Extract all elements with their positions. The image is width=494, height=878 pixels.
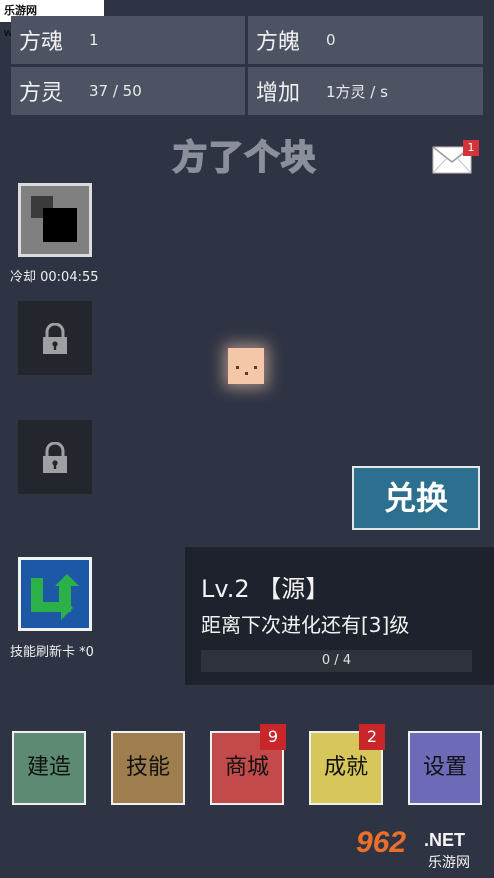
player-eye bbox=[254, 366, 257, 369]
skill-slot-locked[interactable] bbox=[18, 301, 92, 375]
stat-value: 0 bbox=[326, 31, 336, 49]
refresh-card-label: 技能刷新卡 *0 bbox=[10, 645, 94, 660]
skill-square-icon bbox=[43, 208, 77, 242]
stat-fangling: 方灵 37 / 50 bbox=[11, 67, 245, 115]
watermark-site: 乐游网 bbox=[428, 855, 470, 871]
watermark-suffix: .NET bbox=[424, 830, 466, 850]
stat-value: 1 bbox=[89, 31, 99, 49]
skill-slot-active[interactable] bbox=[18, 183, 92, 257]
evolve-description: 距离下次进化还有[3]级 bbox=[201, 613, 410, 637]
stat-label: 方灵 bbox=[19, 81, 64, 106]
stat-fanghun: 方魂 1 bbox=[11, 16, 245, 64]
achievements-badge: 2 bbox=[359, 724, 385, 750]
watermark-brand: 962 bbox=[356, 826, 407, 859]
skill-slot-locked[interactable] bbox=[18, 420, 92, 494]
refresh-card-inner bbox=[21, 560, 89, 628]
stat-fangpo: 方魄 0 bbox=[248, 16, 483, 64]
stat-label: 方魄 bbox=[256, 30, 301, 55]
player-eye bbox=[236, 366, 239, 369]
evolve-panel: Lv.2 【源】 距离下次进化还有[3]级 0 / 4 bbox=[185, 547, 494, 685]
game-title: 方了个块 bbox=[172, 137, 317, 179]
player-mouth bbox=[245, 372, 248, 375]
build-button[interactable]: 建造 bbox=[12, 731, 86, 805]
lock-icon bbox=[43, 442, 67, 473]
stat-value: 37 / 50 bbox=[89, 82, 142, 100]
skill-slot-inner bbox=[21, 186, 89, 254]
skill-refresh-card[interactable] bbox=[18, 557, 92, 631]
lock-icon bbox=[43, 323, 67, 354]
exchange-button[interactable]: 兑换 bbox=[352, 466, 480, 530]
stats-panel: 方魂 1 方魄 0 方灵 37 / 50 增加 1方灵 / s bbox=[11, 16, 483, 116]
level-label: Lv.2 【源】 bbox=[201, 575, 330, 603]
cooldown-label: 冷却 00:04:55 bbox=[10, 270, 99, 285]
stat-label: 方魂 bbox=[19, 30, 64, 55]
progress-text: 0 / 4 bbox=[321, 653, 352, 668]
skills-button[interactable]: 技能 bbox=[111, 731, 185, 805]
player-block[interactable] bbox=[228, 348, 264, 384]
stat-label: 增加 bbox=[256, 81, 301, 106]
stat-value: 1方灵 / s bbox=[326, 82, 388, 101]
watermark-bottom: 962 .NET 乐游网 bbox=[356, 826, 490, 874]
mail-badge: 1 bbox=[463, 140, 479, 156]
refresh-arrow-icon bbox=[31, 574, 79, 620]
stat-increase: 增加 1方灵 / s bbox=[248, 67, 483, 115]
settings-button[interactable]: 设置 bbox=[408, 731, 482, 805]
shop-badge: 9 bbox=[260, 724, 286, 750]
evolve-progress-bar: 0 / 4 bbox=[201, 650, 472, 672]
